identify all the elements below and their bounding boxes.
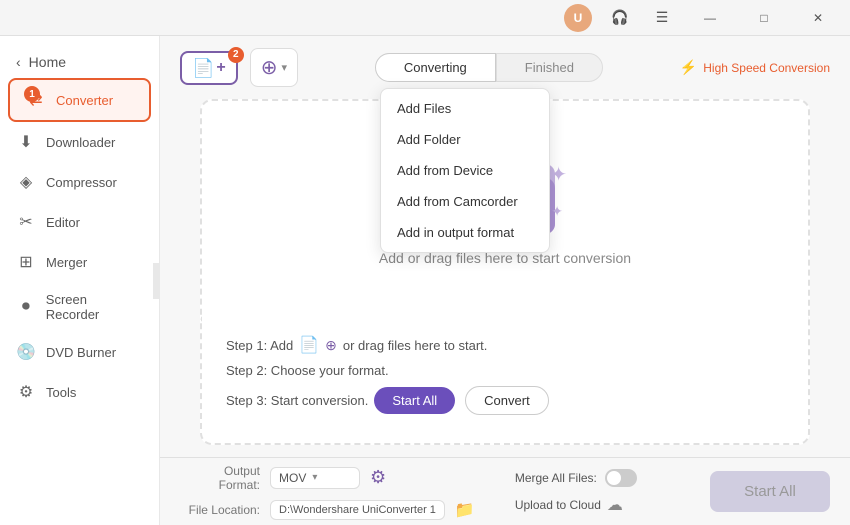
lightning-icon: ⚡ [680,59,697,76]
sidebar-item-editor[interactable]: ✂ Editor [0,202,159,242]
compressor-icon: ◈ [16,172,36,192]
sidebar-item-converter[interactable]: ⇄ Converter 1 [8,78,151,122]
plus-icon: + [216,59,225,77]
dropdown-add-device[interactable]: Add from Device [381,155,549,186]
titlebar: U 🎧 ☰ — □ ✕ [0,0,850,36]
step-convert-button[interactable]: Convert [465,386,549,415]
screen-recorder-icon: ⏺ [16,298,36,316]
converter-label: Converter [56,93,113,108]
file-location-label: File Location: [180,503,260,517]
menu-icon[interactable]: ☰ [648,4,676,32]
step1-file-icon: 📄 [299,335,319,355]
bottom-bar: Output Format: MOV ▾ ⚙ File Location: D:… [160,457,850,525]
bottom-right-fields: Merge All Files: Upload to Cloud ☁ [515,469,637,515]
step-1: Step 1: Add 📄 ⊕ or drag files here to st… [226,335,784,355]
editor-icon: ✂ [16,212,36,232]
dvd-burner-icon: 💿 [16,342,36,362]
merger-icon: ⊞ [16,252,36,272]
sidebar-item-merger[interactable]: ⊞ Merger [0,242,159,282]
file-location-value[interactable]: D:\Wondershare UniConverter 1 [270,500,445,520]
chevron-down-icon: ▾ [282,61,288,74]
add-format-icon: ⊕ [261,55,278,80]
add-badge: 2 [228,47,244,63]
upload-cloud-label: Upload to Cloud [515,498,601,512]
output-format-label: Output Format: [180,464,260,492]
sidebar-item-dvd-burner[interactable]: 💿 DVD Burner [0,332,159,372]
tab-bar: Converting Finished [310,53,668,82]
step-3: Step 3: Start conversion. Start All Conv… [226,386,784,415]
settings-icon[interactable]: ⚙ [370,467,386,488]
editor-label: Editor [46,215,80,230]
sidebar-item-downloader[interactable]: ⬇ Downloader [0,122,159,162]
downloader-icon: ⬇ [16,132,36,152]
back-icon: ‹ [16,54,21,70]
screen-recorder-label: Screen Recorder [46,292,143,322]
converter-badge: 1 [24,86,40,102]
avatar: U [564,4,592,32]
main-content: 📄 + 2 ⊕ ▾ Converting Finished [160,36,850,525]
dropdown-add-camcorder[interactable]: Add from Camcorder [381,186,549,217]
tools-label: Tools [46,385,76,400]
sparkle-tr: ✦ [550,162,567,187]
output-format-field: Output Format: MOV ▾ ⚙ [180,464,475,492]
start-all-bottom-button: Start All [710,471,830,512]
cloud-icon[interactable]: ☁ [607,495,623,515]
sidebar-item-tools[interactable]: ⚙ Tools [0,372,159,412]
headphone-icon[interactable]: 🎧 [606,4,634,32]
sidebar-item-home[interactable]: ‹ Home [0,46,159,78]
compressor-label: Compressor [46,175,117,190]
dvd-burner-label: DVD Burner [46,345,116,360]
app-body: ‹ Home ⇄ Converter 1 ⬇ Downloader ◈ Comp… [0,36,850,525]
home-label: Home [29,54,66,70]
minimize-button[interactable]: — [690,3,730,33]
downloader-label: Downloader [46,135,115,150]
folder-open-icon[interactable]: 📁 [455,500,475,520]
format-select[interactable]: MOV ▾ [270,467,360,489]
file-location-field: File Location: D:\Wondershare UniConvert… [180,500,475,520]
sidebar-item-screen-recorder[interactable]: ⏺ Screen Recorder [0,282,159,332]
tab-finished[interactable]: Finished [496,53,603,82]
merge-files-field: Merge All Files: [515,469,637,487]
titlebar-icons: U 🎧 ☰ — □ ✕ [564,3,838,33]
merger-label: Merger [46,255,87,270]
step1-format-icon: ⊕ [325,337,337,354]
bottom-fields: Output Format: MOV ▾ ⚙ File Location: D:… [180,464,475,520]
step-2: Step 2: Choose your format. [226,363,784,378]
tab-converting[interactable]: Converting [375,53,496,82]
dropdown-add-files[interactable]: Add Files [381,93,549,124]
step-buttons: Start All Convert [374,386,548,415]
dropdown-add-folder[interactable]: Add Folder [381,124,549,155]
close-button[interactable]: ✕ [798,3,838,33]
format-arrow-icon: ▾ [312,472,317,483]
add-files-icon: 📄 [192,59,214,77]
sidebar: ‹ Home ⇄ Converter 1 ⬇ Downloader ◈ Comp… [0,36,160,525]
dropdown-add-output[interactable]: Add in output format [381,217,549,248]
bottom-actions: Start All [710,471,830,512]
add-format-button[interactable]: ⊕ ▾ [250,48,298,87]
steps-section: Step 1: Add 📄 ⊕ or drag files here to st… [200,319,810,445]
tools-icon: ⚙ [16,382,36,402]
dropdown-menu: Add Files Add Folder Add from Device Add… [380,88,550,253]
sparkle-br: ✦ [551,203,563,220]
high-speed-label: ⚡ High Speed Conversion [680,59,830,76]
merge-files-label: Merge All Files: [515,471,597,485]
toggle-knob [607,471,621,485]
sidebar-item-compressor[interactable]: ◈ Compressor [0,162,159,202]
upload-cloud-field: Upload to Cloud ☁ [515,495,637,515]
step-start-all-button[interactable]: Start All [374,387,455,414]
format-value: MOV [279,471,306,485]
maximize-button[interactable]: □ [744,3,784,33]
add-files-wrapper: 📄 + 2 [180,51,238,85]
merge-files-toggle[interactable] [605,469,637,487]
